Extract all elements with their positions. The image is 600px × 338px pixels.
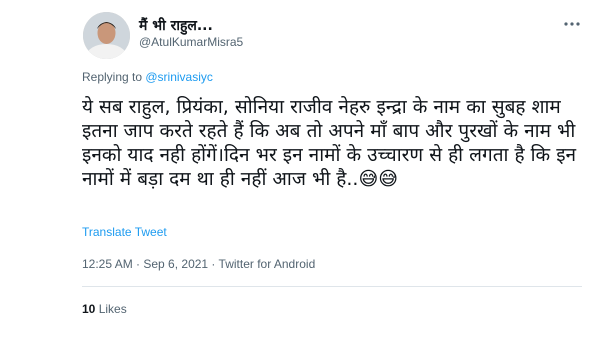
translate-tweet-link[interactable]: Translate Tweet — [82, 225, 167, 239]
author-handle[interactable]: @AtulKumarMisra5 — [139, 35, 243, 49]
author-display-name[interactable]: मैं भी राहुल... — [139, 16, 213, 35]
replying-to: Replying to @srinivasiyc — [82, 70, 213, 84]
likes-count: 10 — [82, 302, 96, 316]
avatar[interactable] — [83, 12, 130, 59]
likes-label: Likes — [98, 302, 127, 316]
reply-target-link[interactable]: @srinivasiyc — [145, 70, 213, 84]
more-horizontal-icon[interactable] — [560, 14, 584, 34]
tweet-text: ये सब राहुल, प्रियंका, सोनिया राजीव नेहर… — [82, 96, 577, 190]
replying-to-prefix: Replying to — [82, 70, 146, 84]
divider — [82, 286, 582, 287]
profile-photo — [83, 12, 130, 59]
likes-stat[interactable]: 10 Likes — [82, 302, 127, 316]
tweet-meta[interactable]: 12:25 AM · Sep 6, 2021 · Twitter for And… — [82, 257, 315, 271]
